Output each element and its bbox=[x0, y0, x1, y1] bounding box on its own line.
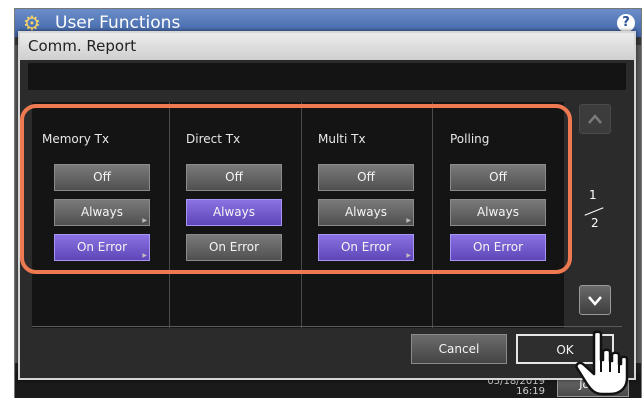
page-total: 2 bbox=[591, 216, 599, 230]
button-label: Off bbox=[357, 170, 375, 184]
page-down-button[interactable] bbox=[579, 285, 611, 315]
button-label: On Error bbox=[472, 240, 524, 254]
direct-tx-off-button[interactable]: Off bbox=[186, 164, 282, 191]
button-label: On Error bbox=[340, 240, 392, 254]
button-label: On Error bbox=[208, 240, 260, 254]
corner-triangle-icon: ▶ bbox=[142, 252, 147, 259]
button-label: Off bbox=[489, 170, 507, 184]
multi-tx-on-error-button[interactable]: On Error ▶ bbox=[318, 234, 414, 261]
button-label: Always bbox=[212, 205, 256, 219]
dialog-title: Comm. Report bbox=[28, 37, 137, 55]
button-label: Always bbox=[344, 205, 388, 219]
corner-triangle-icon: ▶ bbox=[406, 252, 411, 259]
button-label: Always bbox=[476, 205, 520, 219]
multi-tx-always-button[interactable]: Always ▶ bbox=[318, 199, 414, 226]
memory-tx-off-button[interactable]: Off bbox=[54, 164, 150, 191]
date-time: 05/18/2019 16:19 bbox=[487, 377, 545, 397]
memory-tx-label: Memory Tx bbox=[42, 132, 110, 146]
memory-tx-always-button[interactable]: Always ▶ bbox=[54, 199, 150, 226]
app-title: User Functions bbox=[55, 13, 181, 33]
comm-report-dialog: Comm. Report Memory Tx Off Always ▶ On E… bbox=[18, 31, 636, 380]
hand-pointer-icon bbox=[575, 330, 629, 396]
dialog-titlebar: Comm. Report bbox=[20, 33, 634, 60]
memory-tx-on-error-button[interactable]: On Error ▶ bbox=[54, 234, 150, 261]
button-label: Off bbox=[93, 170, 111, 184]
polling-always-button[interactable]: Always bbox=[450, 199, 546, 226]
footer-divider bbox=[32, 326, 622, 327]
status-time: 16:19 bbox=[516, 386, 545, 397]
page-divider bbox=[584, 207, 604, 216]
corner-triangle-icon: ▶ bbox=[142, 217, 147, 224]
direct-tx-always-button[interactable]: Always bbox=[186, 199, 282, 226]
direct-tx-label: Direct Tx bbox=[186, 132, 241, 146]
info-bar bbox=[28, 63, 626, 90]
polling-off-button[interactable]: Off bbox=[450, 164, 546, 191]
help-button[interactable]: ? bbox=[617, 14, 635, 32]
settings-panel: Memory Tx Off Always ▶ On Error ▶ Direct… bbox=[32, 102, 564, 328]
chevron-down-icon bbox=[588, 296, 602, 306]
pager: 1 2 bbox=[569, 104, 611, 334]
column-divider bbox=[169, 102, 170, 328]
multi-tx-label: Multi Tx bbox=[318, 132, 366, 146]
chevron-up-icon bbox=[588, 114, 602, 124]
page-up-button[interactable] bbox=[579, 104, 611, 134]
polling-label: Polling bbox=[450, 132, 490, 146]
polling-on-error-button[interactable]: On Error bbox=[450, 234, 546, 261]
page-current: 1 bbox=[589, 188, 597, 202]
button-label: Always bbox=[80, 205, 124, 219]
column-divider bbox=[301, 102, 302, 328]
cancel-button[interactable]: Cancel bbox=[411, 334, 507, 364]
corner-triangle-icon: ▶ bbox=[406, 217, 411, 224]
multi-tx-off-button[interactable]: Off bbox=[318, 164, 414, 191]
button-label: On Error bbox=[76, 240, 128, 254]
direct-tx-on-error-button[interactable]: On Error bbox=[186, 234, 282, 261]
column-divider bbox=[432, 102, 433, 328]
app-root: ⚙ User Functions ? 05/18/2019 16:19 Job … bbox=[0, 0, 643, 398]
button-label: Off bbox=[225, 170, 243, 184]
